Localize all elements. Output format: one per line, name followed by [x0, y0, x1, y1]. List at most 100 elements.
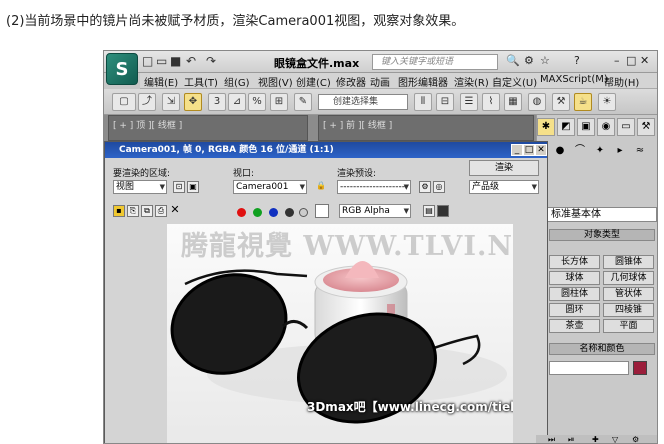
binoculars-icon[interactable]: 🔍: [506, 54, 520, 67]
render-setup-icon[interactable]: ⚒: [552, 93, 570, 111]
menu-help[interactable]: 帮助(H): [604, 74, 639, 89]
render-production-icon[interactable]: ☀: [598, 93, 616, 111]
unique-icon[interactable]: ✚: [592, 435, 599, 443]
menu-tools[interactable]: 工具(T): [184, 74, 218, 89]
blue-channel-icon[interactable]: [269, 208, 278, 217]
spinner-snap-icon[interactable]: %: [248, 93, 266, 111]
menu-views[interactable]: 视图(V): [258, 74, 293, 89]
remove-modifier-icon[interactable]: ▽: [612, 435, 618, 443]
auto-region-icon[interactable]: ▣: [187, 181, 199, 193]
name-color-header[interactable]: 名称和颜色: [549, 343, 655, 355]
render-setup-small-icon[interactable]: ⚙: [419, 181, 431, 193]
menu-create[interactable]: 创建(C): [296, 74, 331, 89]
help-icon[interactable]: ?: [574, 54, 580, 67]
geosphere-button[interactable]: 几何球体: [603, 271, 654, 285]
rw-maximize-icon[interactable]: □: [523, 144, 535, 156]
viewport-top[interactable]: [ + ] 顶 ][ 线框 ]: [108, 115, 308, 141]
plane-button[interactable]: 平面: [603, 319, 654, 333]
object-name-field[interactable]: [549, 361, 629, 375]
redo-icon[interactable]: ↷: [206, 54, 216, 70]
select-object-icon[interactable]: ⇲: [162, 93, 180, 111]
mono-icon[interactable]: [299, 208, 308, 217]
edit-region-icon[interactable]: ⊡: [173, 181, 185, 193]
select-filter-icon[interactable]: ▢: [112, 93, 136, 111]
area-to-render-dropdown[interactable]: 视图: [113, 180, 167, 194]
lock-icon[interactable]: 🔒: [315, 181, 327, 193]
clear-icon[interactable]: ✕: [169, 204, 181, 217]
display-tab-icon[interactable]: ▭: [617, 118, 635, 136]
percent-snap-icon[interactable]: ⊿: [228, 93, 246, 111]
print-icon[interactable]: ⎙: [155, 205, 167, 217]
cone-button[interactable]: 圆锥体: [603, 255, 654, 269]
minimize-icon[interactable]: –: [614, 54, 620, 67]
clone-window-icon[interactable]: ⧉: [141, 205, 153, 217]
environment-icon[interactable]: ◎: [433, 181, 445, 193]
object-type-header[interactable]: 对象类型: [549, 229, 655, 241]
green-channel-icon[interactable]: [253, 208, 262, 217]
rw-close-icon[interactable]: ✕: [535, 144, 547, 156]
red-channel-icon[interactable]: [237, 208, 246, 217]
menu-group[interactable]: 组(G): [224, 74, 250, 89]
cameras-icon[interactable]: ▸: [611, 143, 629, 161]
save-image-icon[interactable]: ▪: [113, 205, 125, 217]
motion-tab-icon[interactable]: ◉: [597, 118, 615, 136]
create-tab-icon[interactable]: ✱: [537, 118, 555, 136]
color-swatch-icon[interactable]: [315, 204, 329, 218]
utilities-tab-icon[interactable]: ⚒: [637, 118, 655, 136]
render-frame-icon[interactable]: ☕: [574, 93, 592, 111]
mirror-icon[interactable]: ⫴: [414, 93, 432, 111]
selection-set-dropdown[interactable]: 创建选择集: [318, 94, 408, 110]
new-file-icon[interactable]: □: [142, 54, 153, 70]
viewport-front[interactable]: [ + ] 前 ][ 线框 ]: [318, 115, 534, 141]
tools-icon[interactable]: ⚙: [524, 54, 534, 67]
lights-icon[interactable]: ✦: [591, 143, 609, 161]
star-icon[interactable]: ☆: [540, 54, 550, 67]
menu-animation[interactable]: 动画: [370, 74, 390, 89]
quality-dropdown[interactable]: 产品级: [469, 180, 539, 194]
menu-maxscript[interactable]: MAXScript(M): [540, 74, 608, 85]
category-dropdown[interactable]: 标准基本体: [547, 207, 657, 222]
helpers-icon[interactable]: ≈: [631, 143, 649, 161]
render-button[interactable]: 渲染: [469, 160, 539, 176]
maximize-icon[interactable]: □: [626, 54, 636, 67]
select-link-icon[interactable]: ⤴: [138, 93, 156, 111]
sphere-button[interactable]: 球体: [549, 271, 600, 285]
named-selection-icon[interactable]: ⊞: [270, 93, 288, 111]
display-toggle-icon[interactable]: ▤: [423, 205, 435, 217]
pin-stack-icon[interactable]: ⏭: [548, 435, 555, 443]
viewport-dropdown[interactable]: Camera001: [233, 180, 307, 194]
undo-icon[interactable]: ↶: [186, 54, 196, 70]
modify-tab-icon[interactable]: ◩: [557, 118, 575, 136]
schematic-view-icon[interactable]: ▦: [504, 93, 522, 111]
open-file-icon[interactable]: ▭: [156, 54, 167, 70]
shapes-icon[interactable]: ⌒: [571, 143, 589, 161]
box-button[interactable]: 长方体: [549, 255, 600, 269]
close-icon[interactable]: ✕: [640, 54, 649, 67]
hierarchy-tab-icon[interactable]: ▣: [577, 118, 595, 136]
menu-rendering[interactable]: 渲染(R): [454, 74, 489, 89]
align-icon[interactable]: ⊟: [436, 93, 454, 111]
edit-named-icon[interactable]: ✎: [294, 93, 312, 111]
material-editor-icon[interactable]: ◍: [528, 93, 546, 111]
display-alpha-icon[interactable]: [437, 205, 449, 217]
object-color-swatch[interactable]: [633, 361, 647, 375]
layer-manager-icon[interactable]: ☰: [460, 93, 478, 111]
select-move-icon[interactable]: ✥: [184, 93, 202, 111]
alpha-channel-icon[interactable]: [285, 208, 294, 217]
app-logo[interactable]: S: [106, 53, 138, 85]
menu-edit[interactable]: 编辑(E): [144, 74, 178, 89]
teapot-button[interactable]: 茶壶: [549, 319, 600, 333]
angle-snap-icon[interactable]: 3: [208, 93, 226, 111]
pyramid-button[interactable]: 四棱锥: [603, 303, 654, 317]
copy-image-icon[interactable]: ⎘: [127, 205, 139, 217]
menu-modifiers[interactable]: 修改器: [336, 74, 366, 89]
end-result-icon[interactable]: ⏯: [568, 435, 574, 443]
config-icon[interactable]: ⚙: [632, 435, 639, 443]
save-file-icon[interactable]: ■: [170, 54, 181, 70]
torus-button[interactable]: 圆环: [549, 303, 600, 317]
menu-customize[interactable]: 自定义(U): [492, 74, 537, 89]
search-input[interactable]: 键入关键字或短语: [372, 54, 498, 70]
menu-graph-editors[interactable]: 图形编辑器: [398, 74, 448, 89]
rw-minimize-icon[interactable]: _: [511, 144, 523, 156]
cylinder-button[interactable]: 圆柱体: [549, 287, 600, 301]
